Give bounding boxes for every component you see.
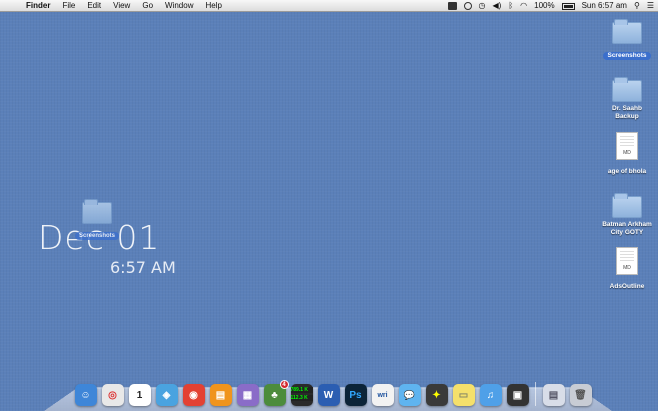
terminal-status-icon[interactable] xyxy=(447,2,457,10)
dock-calendar[interactable]: 1 xyxy=(128,384,151,406)
screen-icon: ▣ xyxy=(512,389,523,401)
tree-icon: ♣ xyxy=(271,389,278,401)
downloads-stack-icon: ▤ xyxy=(548,389,559,401)
dock-gaming[interactable]: ✦ xyxy=(425,384,448,406)
document-icon: MD xyxy=(616,132,638,160)
dock-safari[interactable]: ◈ xyxy=(155,384,178,406)
desktop-icon-label: Screenshots xyxy=(603,52,651,60)
dock-photoshop[interactable]: Ps xyxy=(344,384,367,406)
desktop-icon-label: Dr. Saahb Backup xyxy=(612,105,642,120)
dock-writer[interactable]: wri xyxy=(371,384,394,406)
trash-icon: 🗑 xyxy=(574,389,587,401)
document-type-label: MD xyxy=(623,265,631,271)
photoshop-icon: Ps xyxy=(349,389,362,401)
dock-mission-control[interactable]: ▣ xyxy=(506,384,529,406)
menubar-clock[interactable]: Sun 6:57 am xyxy=(582,0,627,12)
menu-file[interactable]: File xyxy=(56,0,81,12)
menu-help[interactable]: Help xyxy=(199,0,227,12)
finder-icon: ☺ xyxy=(80,389,91,401)
dragged-folder-label: Screenshots xyxy=(74,232,119,240)
chrome-icon: ◉ xyxy=(189,389,198,401)
folder-icon xyxy=(612,193,642,218)
menu-window[interactable]: Window xyxy=(159,0,199,12)
chat-bubble-icon: 💬 xyxy=(403,389,416,400)
document-type-label: MD xyxy=(623,150,631,156)
document-icon: MD xyxy=(616,247,638,275)
wifi-icon[interactable]: ◠ xyxy=(520,0,527,12)
desktop-icon-age-of-bhola[interactable]: MD age of bhola xyxy=(597,132,657,178)
folder-icon xyxy=(82,199,112,224)
dock-chrome[interactable]: ◉ xyxy=(182,384,205,406)
desktop-icon-label: Batman Arkham City GOTY xyxy=(602,221,652,236)
dock-tree-app[interactable]: ♣ 4 xyxy=(263,380,289,406)
notification-badge: 4 xyxy=(279,380,289,389)
dock-itunes[interactable]: ♫ xyxy=(479,384,502,406)
dock-preview[interactable]: ▦ xyxy=(236,384,259,406)
dock-trash[interactable]: 🗑 xyxy=(569,384,592,406)
calendar-icon: 1 xyxy=(136,389,143,401)
dock-finder[interactable]: ☺ xyxy=(74,384,97,406)
menu-view[interactable]: View xyxy=(107,0,136,12)
clock-widget-time: 6:57 AM xyxy=(110,258,176,277)
upload-rate: 789.1 K xyxy=(290,387,313,393)
dragged-folder-screenshots[interactable]: Screenshots xyxy=(74,199,120,242)
dock-ibooks[interactable]: ▤ xyxy=(209,384,232,406)
desktop-icon-screenshots[interactable]: Screenshots xyxy=(597,19,657,62)
preview-icon: ▦ xyxy=(242,389,253,401)
desktop-icon-label: age of bhola xyxy=(607,168,647,175)
book-icon: ▤ xyxy=(215,389,226,401)
dock-app-red-circle[interactable]: ◎ xyxy=(101,384,124,406)
music-note-icon: ♫ xyxy=(486,389,495,401)
desktop-icon-label: AdsOutline xyxy=(609,283,645,290)
desktop-icon-dr-saahb-backup[interactable]: Dr. Saahb Backup xyxy=(597,77,657,123)
star-burst-icon: ✦ xyxy=(432,389,441,401)
bluetooth-icon[interactable]: ᛒ xyxy=(508,0,513,12)
circle-app-icon: ◎ xyxy=(108,389,117,401)
folder-icon xyxy=(612,19,642,44)
spotlight-search-icon[interactable]: ⚲ xyxy=(634,0,640,12)
desktop-icon-adsoutline[interactable]: MD AdsOutline xyxy=(597,247,657,293)
folder-icon xyxy=(612,77,642,102)
sync-status-icon[interactable] xyxy=(463,2,472,10)
battery-percent[interactable]: 100% xyxy=(534,0,554,12)
compass-icon: ◈ xyxy=(162,389,171,401)
volume-icon[interactable]: ◀) xyxy=(493,0,502,12)
dock-messages[interactable]: 💬 xyxy=(398,384,421,406)
menu-app-finder[interactable]: Finder xyxy=(22,0,56,12)
notification-center-icon[interactable]: ☰ xyxy=(647,0,654,12)
menu-edit[interactable]: Edit xyxy=(81,0,107,12)
dock-network-monitor[interactable]: 789.1 K 112.3 K xyxy=(290,384,313,406)
sticky-note-icon: ▭ xyxy=(458,389,469,401)
dock: ☺ ◎ 1 ◈ ◉ ▤ ▦ ♣ 4 789.1 K 112.3 K W Ps w… xyxy=(72,376,594,406)
status-area: ◷ ◀) ᛒ ◠ 100% Sun 6:57 am ⚲ ☰ xyxy=(441,0,654,12)
dock-downloads-stack[interactable]: ▤ xyxy=(542,384,565,406)
menu-bar: Finder File Edit View Go Window Help ◷ ◀… xyxy=(0,0,658,12)
desktop-icon-batman-arkham-city[interactable]: Batman Arkham City GOTY xyxy=(597,193,657,239)
time-machine-icon[interactable]: ◷ xyxy=(479,0,486,12)
battery-icon[interactable] xyxy=(561,2,575,10)
dock-word[interactable]: W xyxy=(317,384,340,406)
menu-go[interactable]: Go xyxy=(136,0,159,12)
dock-stickies[interactable]: ▭ xyxy=(452,384,475,406)
dock-separator xyxy=(535,382,536,406)
download-rate: 112.3 K xyxy=(290,395,313,401)
word-icon: W xyxy=(323,389,334,401)
writer-icon: wri xyxy=(377,391,388,399)
